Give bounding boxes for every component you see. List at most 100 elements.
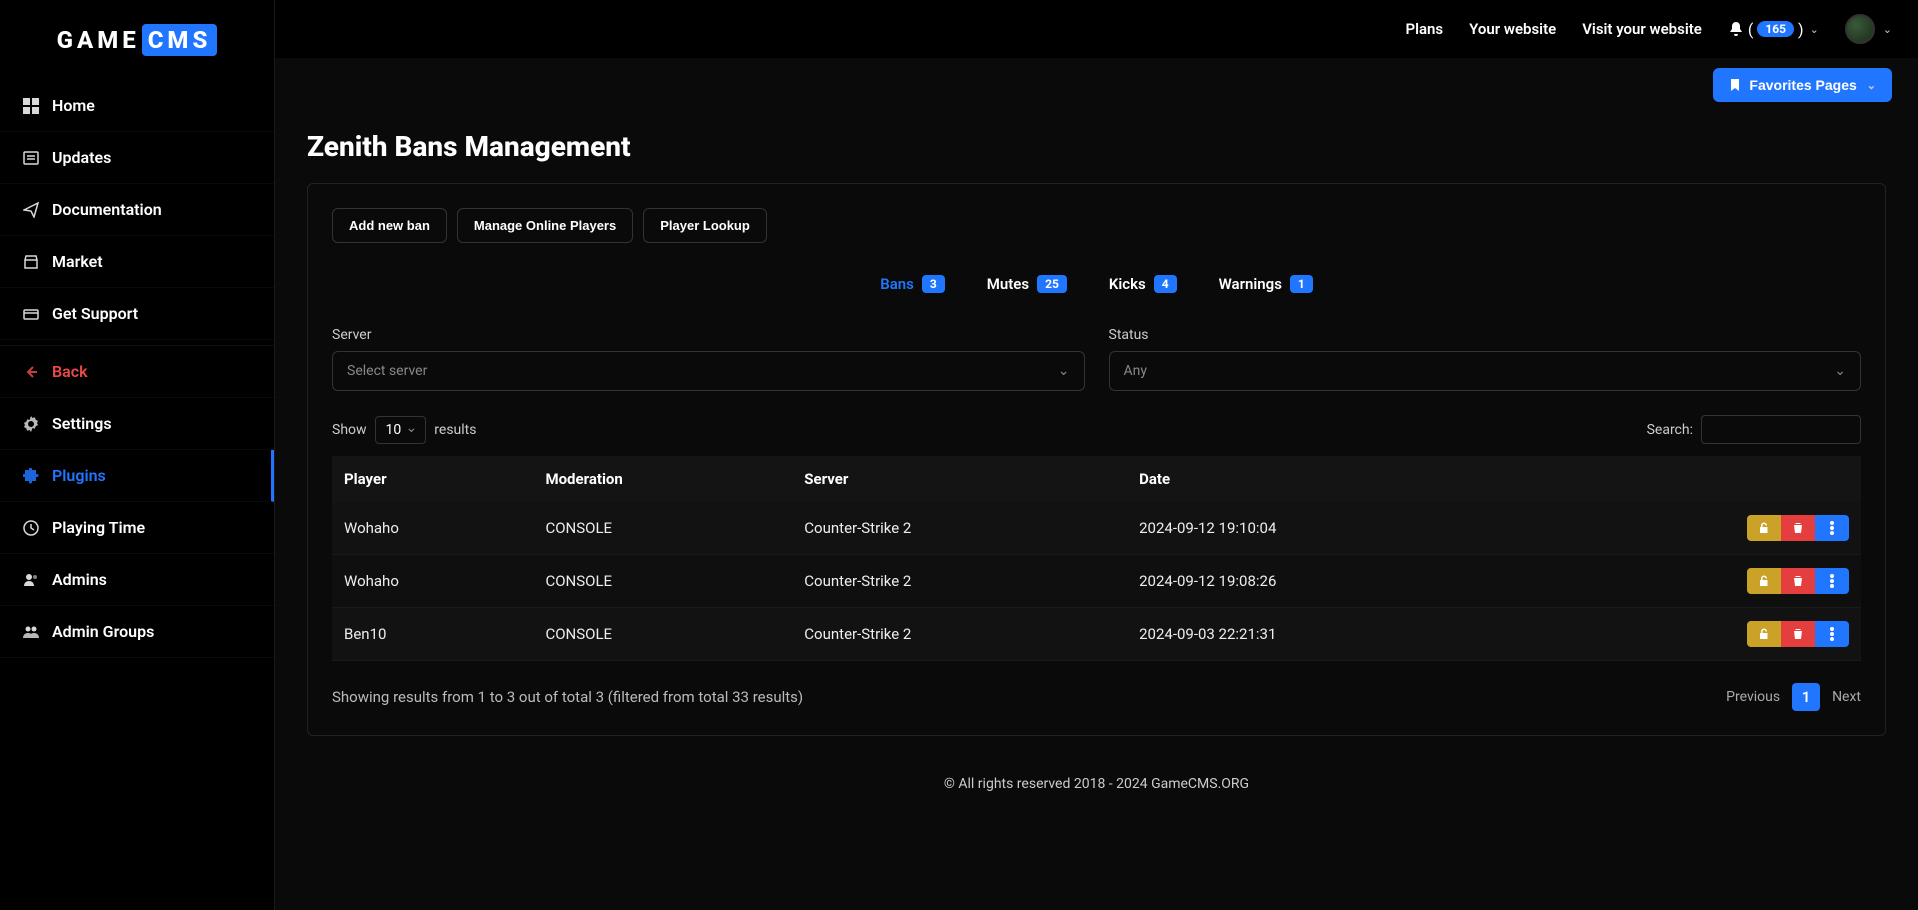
nav-home[interactable]: Home (0, 80, 274, 132)
player-lookup-button[interactable]: Player Lookup (643, 208, 767, 243)
chevron-down-icon: ⌄ (1810, 23, 1819, 36)
table-row: Ben10CONSOLECounter-Strike 22024-09-03 2… (332, 608, 1861, 661)
usergroup-icon (22, 623, 40, 641)
status-select[interactable]: Any ⌄ (1109, 351, 1862, 391)
cell-player: Wohaho (332, 502, 533, 555)
moderation-tabs: Bans 3 Mutes 25 Kicks 4 Warnings 1 (332, 275, 1861, 293)
grid-icon (22, 97, 40, 115)
sidebar: GAME CMS Home Updates Documentation Mark… (0, 0, 275, 910)
nav-updates[interactable]: Updates (0, 132, 274, 184)
pagination-next[interactable]: Next (1832, 689, 1861, 705)
favorites-pages-button[interactable]: Favorites Pages ⌄ (1713, 68, 1892, 102)
info-button[interactable] (1815, 515, 1849, 541)
th-actions (1539, 456, 1861, 502)
search-input[interactable] (1701, 415, 1861, 444)
info-button[interactable] (1815, 568, 1849, 594)
avatar (1845, 14, 1875, 44)
th-server[interactable]: Server (792, 456, 1127, 502)
manage-online-button[interactable]: Manage Online Players (457, 208, 633, 243)
table-row: WohahoCONSOLECounter-Strike 22024-09-12 … (332, 502, 1861, 555)
logo-part2: CMS (142, 24, 218, 56)
tab-mutes[interactable]: Mutes 25 (987, 275, 1067, 293)
tab-label: Mutes (987, 275, 1029, 293)
favorites-label: Favorites Pages (1749, 77, 1856, 93)
cell-date: 2024-09-12 19:08:26 (1127, 555, 1539, 608)
nav-back[interactable]: Back (0, 346, 274, 398)
bell-icon (1728, 21, 1744, 37)
nav-admin-groups[interactable]: Admin Groups (0, 606, 274, 658)
results-summary: Showing results from 1 to 3 out of total… (332, 688, 803, 706)
nav-label: Admin Groups (52, 622, 154, 641)
tab-kicks[interactable]: Kicks 4 (1109, 275, 1177, 293)
unban-button[interactable] (1747, 515, 1781, 541)
chevron-down-icon: ⌄ (1883, 23, 1892, 36)
nav-settings[interactable]: Settings (0, 398, 274, 450)
tab-badge: 1 (1290, 275, 1313, 293)
delete-button[interactable] (1781, 621, 1815, 647)
cell-moderation: CONSOLE (533, 555, 792, 608)
add-ban-button[interactable]: Add new ban (332, 208, 447, 243)
filter-status: Status Any ⌄ (1109, 327, 1862, 391)
bans-panel: Add new ban Manage Online Players Player… (307, 183, 1886, 736)
nav-support[interactable]: Get Support (0, 288, 274, 340)
top-link-visit[interactable]: Visit your website (1582, 20, 1702, 38)
cell-player: Wohaho (332, 555, 533, 608)
tab-label: Warnings (1219, 275, 1282, 293)
delete-button[interactable] (1781, 515, 1815, 541)
select-value: Any (1124, 363, 1148, 379)
cell-date: 2024-09-12 19:10:04 (1127, 502, 1539, 555)
nav-admins[interactable]: Admins (0, 554, 274, 606)
info-button[interactable] (1815, 621, 1849, 647)
nav-label: Playing Time (52, 518, 145, 537)
nav-documentation[interactable]: Documentation (0, 184, 274, 236)
th-date[interactable]: Date (1127, 456, 1539, 502)
users-icon (22, 571, 40, 589)
cell-player: Ben10 (332, 608, 533, 661)
results-label: results (434, 422, 476, 438)
chevron-down-icon: ⌄ (1834, 363, 1846, 379)
tab-label: Bans (880, 275, 914, 293)
filter-label: Server (332, 327, 1085, 343)
nav-label: Back (52, 362, 88, 381)
filter-server: Server Select server ⌄ (332, 327, 1085, 391)
tab-badge: 3 (922, 275, 945, 293)
nav-playing-time[interactable]: Playing Time (0, 502, 274, 554)
tab-badge: 25 (1037, 275, 1067, 293)
tab-badge: 4 (1154, 275, 1177, 293)
th-moderation[interactable]: Moderation (533, 456, 792, 502)
pagination-page[interactable]: 1 (1792, 683, 1820, 711)
bans-table: Player Moderation Server Date WohahoCONS… (332, 456, 1861, 661)
nav-label: Settings (52, 414, 112, 433)
chevron-down-icon: ⌄ (1058, 363, 1070, 379)
nav-market[interactable]: Market (0, 236, 274, 288)
table-row: WohahoCONSOLECounter-Strike 22024-09-12 … (332, 555, 1861, 608)
nav-label: Admins (52, 570, 107, 589)
unban-button[interactable] (1747, 621, 1781, 647)
newspaper-icon (22, 149, 40, 167)
paperplane-icon (22, 201, 40, 219)
footer: © All rights reserved 2018 - 2024 GameCM… (275, 756, 1918, 812)
notif-count: 165 (1757, 21, 1794, 37)
server-select[interactable]: Select server ⌄ (332, 351, 1085, 391)
clock-icon (22, 519, 40, 537)
pagination-previous[interactable]: Previous (1726, 689, 1780, 705)
unban-button[interactable] (1747, 568, 1781, 594)
card-icon (22, 305, 40, 323)
bookmark-icon (1729, 79, 1741, 91)
cell-moderation: CONSOLE (533, 502, 792, 555)
tab-bans[interactable]: Bans 3 (880, 275, 945, 293)
cell-moderation: CONSOLE (533, 608, 792, 661)
cell-server: Counter-Strike 2 (792, 555, 1127, 608)
nav-plugins[interactable]: Plugins (0, 450, 274, 502)
main-content: Plans Your website Visit your website ( … (275, 0, 1918, 910)
tab-warnings[interactable]: Warnings 1 (1219, 275, 1313, 293)
top-link-your-website[interactable]: Your website (1469, 20, 1556, 38)
th-player[interactable]: Player (332, 456, 533, 502)
delete-button[interactable] (1781, 568, 1815, 594)
page-size-select[interactable]: 10 (375, 416, 427, 444)
notifications[interactable]: ( 165 ) ⌄ (1728, 20, 1819, 39)
logo[interactable]: GAME CMS (0, 0, 274, 80)
select-value: Select server (347, 363, 427, 379)
user-menu[interactable]: ⌄ (1845, 14, 1892, 44)
top-link-plans[interactable]: Plans (1405, 20, 1443, 38)
